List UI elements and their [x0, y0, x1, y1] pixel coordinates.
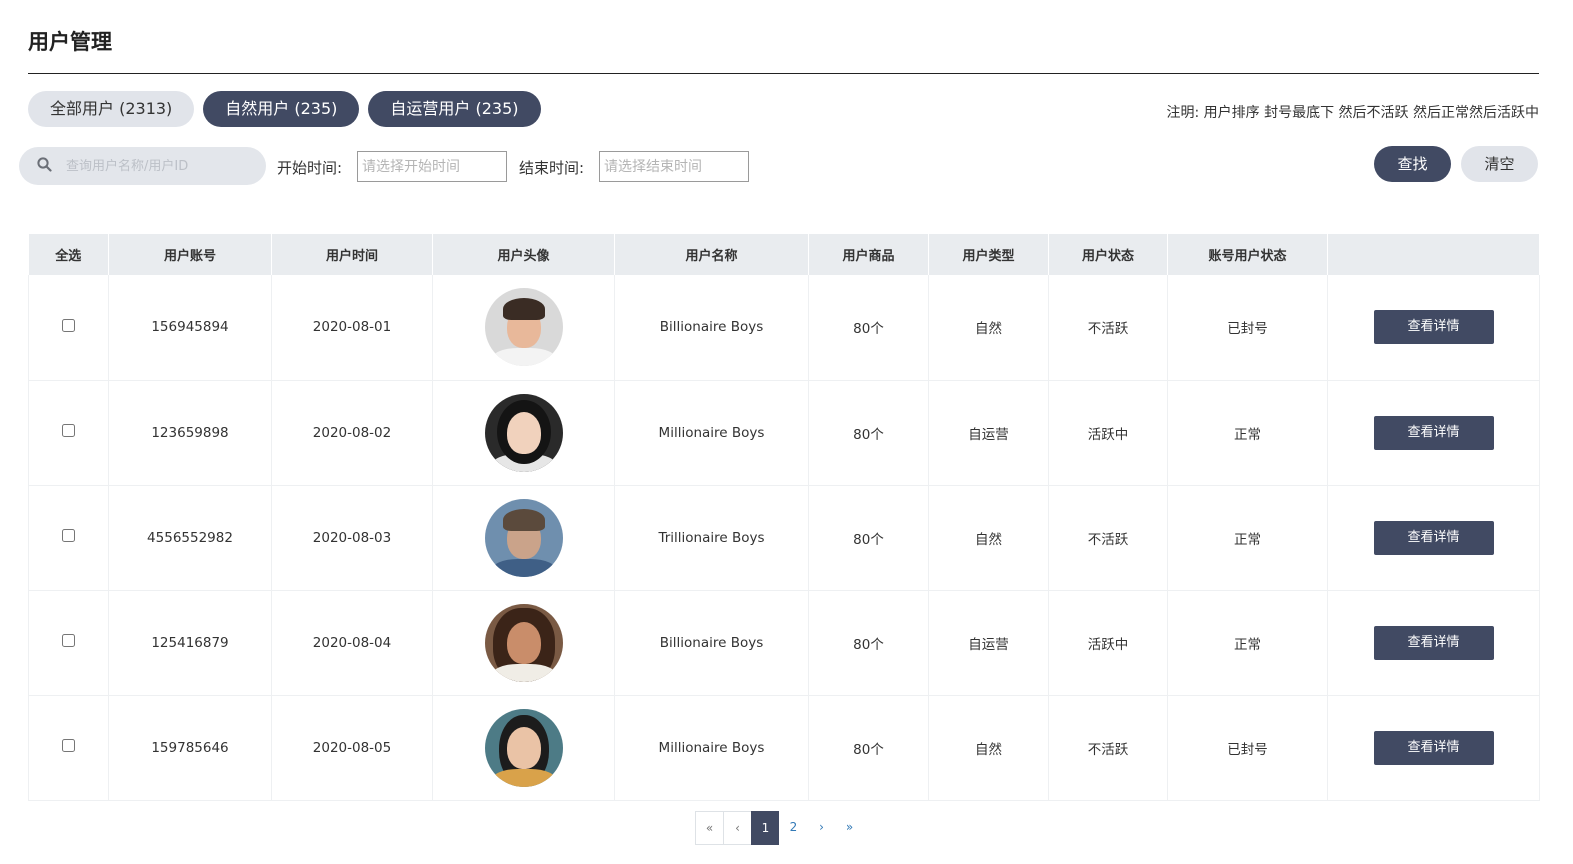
user-type: 自运营: [928, 380, 1049, 486]
row-checkbox[interactable]: [62, 318, 75, 332]
next-page-button[interactable]: ›: [807, 811, 836, 845]
header-goods: 用户商品: [808, 234, 929, 275]
header-time: 用户时间: [271, 234, 433, 275]
account-status: 正常: [1167, 485, 1328, 591]
view-details-button[interactable]: 查看详情: [1373, 310, 1494, 345]
header-account-status: 账号用户状态: [1167, 234, 1328, 275]
user-goods: 80个: [808, 590, 929, 696]
user-date: 2020-08-01: [271, 275, 433, 381]
page-1-button[interactable]: 1: [751, 811, 780, 845]
user-account: 123659898: [108, 380, 272, 486]
table-header-row: 全选 用户账号 用户时间 用户头像 用户名称 用户商品 用户类型 用户状态 账号…: [28, 234, 1540, 275]
view-details-button[interactable]: 查看详情: [1373, 730, 1494, 765]
avatar: [484, 393, 563, 472]
title-divider: [28, 73, 1539, 74]
page-title: 用户管理: [28, 30, 112, 54]
tab-all-users[interactable]: 全部用户 (2313): [28, 91, 195, 127]
user-account: 125416879: [108, 590, 272, 696]
user-name: Millionaire Boys: [614, 695, 809, 801]
account-status: 正常: [1167, 590, 1328, 696]
header-account: 用户账号: [108, 234, 272, 275]
user-account: 159785646: [108, 695, 272, 801]
avatar: [484, 603, 563, 682]
user-name: Billionaire Boys: [614, 590, 809, 696]
user-goods: 80个: [808, 695, 929, 801]
user-status: 不活跃: [1048, 695, 1168, 801]
search-icon: [37, 156, 52, 176]
table-row: 156945894 2020-08-01 Billionaire Boys 80…: [28, 275, 1540, 381]
header-type: 用户类型: [928, 234, 1049, 275]
first-page-button[interactable]: «: [695, 811, 724, 845]
account-status: 正常: [1167, 380, 1328, 486]
account-status: 已封号: [1167, 695, 1328, 801]
end-time-label: 结束时间:: [519, 159, 585, 177]
start-time-input[interactable]: [357, 151, 507, 182]
user-goods: 80个: [808, 275, 929, 381]
view-details-button[interactable]: 查看详情: [1373, 520, 1494, 555]
start-time-label: 开始时间:: [277, 159, 343, 177]
row-checkbox[interactable]: [62, 424, 75, 437]
table-row: 4556552982 2020-08-03 Trillionaire Boys …: [28, 485, 1540, 591]
user-status: 活跃中: [1048, 380, 1168, 486]
view-details-button[interactable]: 查看详情: [1373, 415, 1494, 450]
last-page-button[interactable]: »: [835, 811, 864, 845]
filter-tabs: 全部用户 (2313) 自然用户 (235) 自运营用户 (235): [28, 91, 541, 127]
user-type: 自然: [928, 275, 1049, 381]
tab-natural-users[interactable]: 自然用户 (235): [203, 91, 360, 127]
user-goods: 80个: [808, 485, 929, 591]
table-row: 159785646 2020-08-05 Millionaire Boys 80…: [28, 695, 1540, 801]
search-input[interactable]: [66, 158, 246, 174]
header-select-all[interactable]: 全选: [28, 234, 109, 275]
header-name: 用户名称: [614, 234, 809, 275]
search-box[interactable]: [19, 147, 266, 185]
user-date: 2020-08-04: [271, 590, 433, 696]
user-type: 自运营: [928, 590, 1049, 696]
clear-button[interactable]: 清空: [1461, 146, 1538, 182]
row-checkbox[interactable]: [62, 529, 75, 542]
pagination: « ‹ 1 2 › »: [695, 811, 864, 845]
tab-self-operated-users[interactable]: 自运营用户 (235): [368, 91, 541, 127]
search-button[interactable]: 查找: [1374, 146, 1451, 182]
account-status: 已封号: [1167, 275, 1328, 381]
user-table: 全选 用户账号 用户时间 用户头像 用户名称 用户商品 用户类型 用户状态 账号…: [28, 234, 1540, 801]
user-name: Millionaire Boys: [614, 380, 809, 486]
user-type: 自然: [928, 695, 1049, 801]
user-name: Billionaire Boys: [614, 275, 809, 381]
avatar: [484, 498, 563, 577]
user-status: 不活跃: [1048, 485, 1168, 591]
header-actions: [1327, 234, 1540, 275]
user-status: 不活跃: [1048, 275, 1168, 381]
row-checkbox[interactable]: [62, 739, 75, 752]
avatar: [484, 288, 563, 367]
user-account: 156945894: [108, 275, 272, 381]
sorting-note: 注明: 用户排序 封号最底下 然后不活跃 然后正常然后活跃中: [1166, 105, 1539, 121]
end-time-input[interactable]: [599, 151, 749, 182]
avatar: [484, 708, 563, 787]
user-name: Trillionaire Boys: [614, 485, 809, 591]
prev-page-button[interactable]: ‹: [723, 811, 752, 845]
view-details-button[interactable]: 查看详情: [1373, 625, 1494, 660]
row-checkbox[interactable]: [62, 634, 75, 647]
user-goods: 80个: [808, 380, 929, 486]
header-status: 用户状态: [1048, 234, 1168, 275]
user-account: 4556552982: [108, 485, 272, 591]
user-date: 2020-08-03: [271, 485, 433, 591]
page-2-button[interactable]: 2: [779, 811, 808, 845]
table-row: 123659898 2020-08-02 Millionaire Boys 80…: [28, 380, 1540, 486]
user-date: 2020-08-02: [271, 380, 433, 486]
header-avatar: 用户头像: [432, 234, 615, 275]
user-date: 2020-08-05: [271, 695, 433, 801]
table-row: 125416879 2020-08-04 Billionaire Boys 80…: [28, 590, 1540, 696]
user-status: 活跃中: [1048, 590, 1168, 696]
user-type: 自然: [928, 485, 1049, 591]
